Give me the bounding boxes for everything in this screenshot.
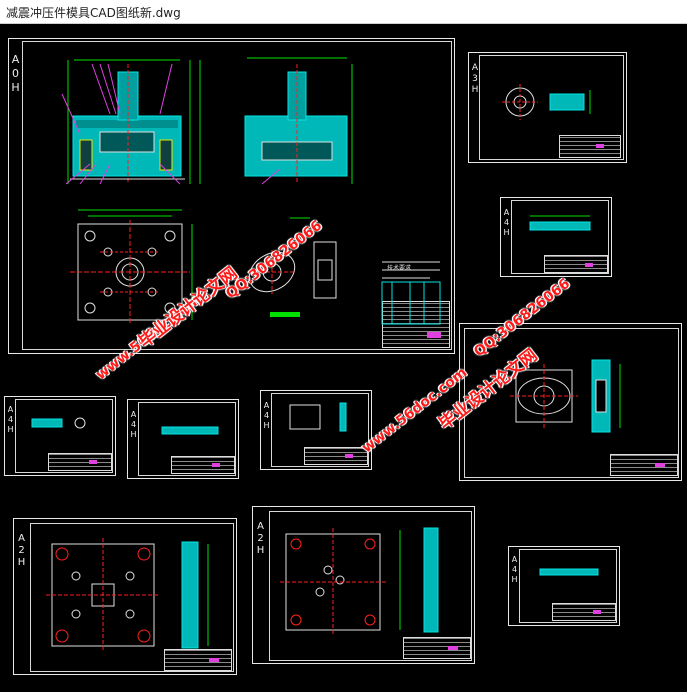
a3h-part bbox=[502, 84, 591, 120]
assembly-front-view bbox=[61, 59, 201, 185]
a2h-1-plate bbox=[46, 538, 209, 652]
window-titlebar: 减震冲压件模具CAD图纸新.dwg bbox=[0, 0, 687, 24]
notes-lines bbox=[381, 261, 441, 325]
cad-drawing-geometry bbox=[31, 57, 621, 652]
a2h-2-plate bbox=[280, 527, 439, 636]
a4h-1-part bbox=[529, 221, 591, 231]
drawing-canvas[interactable]: A0H 技术要求 A3H A4H A4H A4H A4H A2H A2H A4H… bbox=[0, 24, 687, 692]
a4h-2-part bbox=[31, 418, 63, 428]
assembly-side-view bbox=[244, 57, 353, 185]
a4h-4-part bbox=[289, 404, 321, 430]
a4h-5-part bbox=[539, 568, 599, 576]
window-title: 减震冲压件模具CAD图纸新.dwg bbox=[6, 6, 181, 20]
a4h-3-part bbox=[161, 426, 219, 435]
